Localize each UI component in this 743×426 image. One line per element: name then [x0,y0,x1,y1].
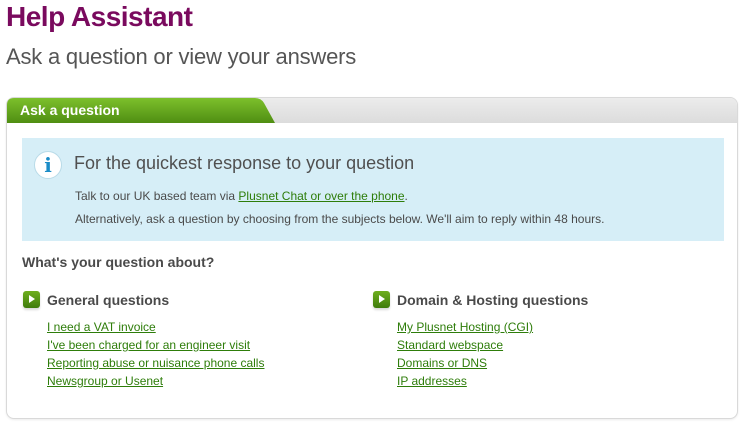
link-domains-dns[interactable]: Domains or DNS [397,356,487,370]
question-heading: What's your question about? [22,254,215,270]
list-item: Newsgroup or Usenet [47,372,264,390]
ask-question-panel: Ask a question i For the quickest respon… [6,97,738,419]
info-title: For the quickest response to your questi… [74,153,415,173]
category-title: General questions [47,292,170,308]
info-alternative-line: Alternatively, ask a question by choosin… [75,212,605,226]
link-standard-webspace[interactable]: Standard webspace [397,338,503,352]
category-domain-hosting-questions: Domain & Hosting questions My Plusnet Ho… [373,291,588,390]
page-title: Help Assistant [6,1,193,32]
category-link-list: My Plusnet Hosting (CGI) Standard webspa… [397,318,533,390]
tab-label: Ask a question [20,102,120,118]
category-title: Domain & Hosting questions [397,292,589,308]
info-contact-suffix: . [404,189,408,203]
info-contact-line: Talk to our UK based team via Plusnet Ch… [75,189,408,203]
tab-ask-a-question[interactable]: Ask a question [7,98,277,123]
category-header: General questions [23,291,264,313]
list-item: Reporting abuse or nuisance phone calls [47,354,264,372]
link-engineer-visit[interactable]: I've been charged for an engineer visit [47,338,250,352]
arrow-right-icon [373,291,390,308]
link-plusnet-hosting-cgi[interactable]: My Plusnet Hosting (CGI) [397,320,533,334]
page-subtitle: Ask a question or view your answers [6,44,357,69]
arrow-right-icon [23,291,40,308]
list-item: I've been charged for an engineer visit [47,336,264,354]
info-contact-prefix: Talk to our UK based team via [75,189,239,203]
list-item: My Plusnet Hosting (CGI) [397,318,533,336]
list-item: IP addresses [397,372,533,390]
link-vat-invoice[interactable]: I need a VAT invoice [47,320,156,334]
panel-header: Ask a question [7,98,737,123]
plusnet-chat-link[interactable]: Plusnet Chat or over the phone [238,189,404,203]
category-link-list: I need a VAT invoice I've been charged f… [47,318,264,390]
link-newsgroup-usenet[interactable]: Newsgroup or Usenet [47,374,163,388]
list-item: I need a VAT invoice [47,318,264,336]
list-item: Domains or DNS [397,354,533,372]
link-reporting-abuse[interactable]: Reporting abuse or nuisance phone calls [47,356,264,370]
category-header: Domain & Hosting questions [373,291,588,313]
list-item: Standard webspace [397,336,533,354]
info-box: i For the quickest response to your ques… [22,138,724,241]
info-icon: i [34,151,62,179]
link-ip-addresses[interactable]: IP addresses [397,374,467,388]
category-general-questions: General questions I need a VAT invoice I… [23,291,264,390]
